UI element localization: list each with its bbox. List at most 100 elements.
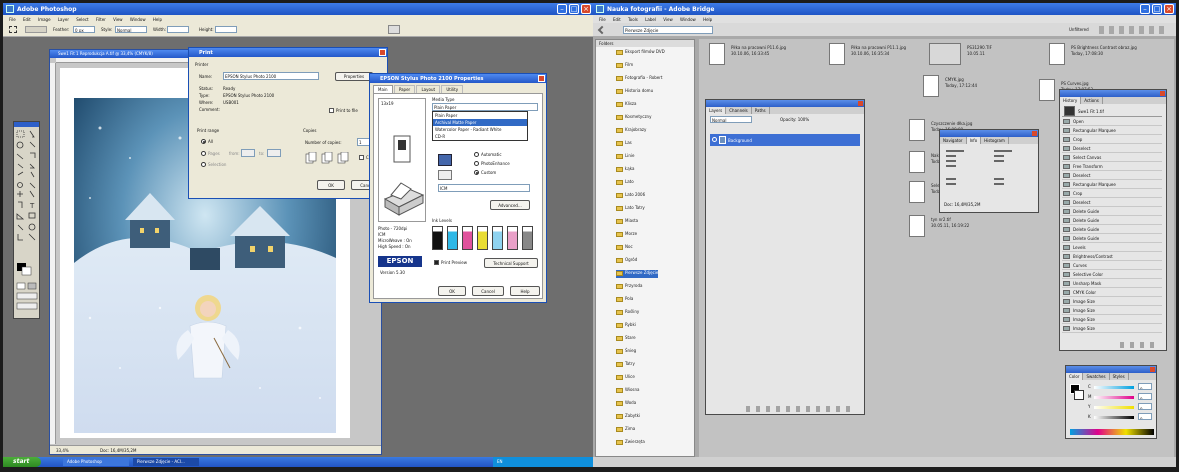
cyan-slider[interactable]: C0 — [1088, 382, 1154, 392]
folder-item[interactable]: Rośliny — [616, 309, 639, 317]
visibility-eye-icon[interactable] — [712, 137, 717, 142]
folder-item[interactable]: Linie — [616, 153, 634, 161]
tab-styles[interactable]: Styles — [1110, 373, 1129, 380]
folder-item[interactable]: Film — [616, 62, 633, 70]
history-state[interactable]: Selective Color — [1062, 271, 1162, 279]
folder-item[interactable]: Tatry — [616, 361, 635, 369]
media-option[interactable]: CD-R — [433, 133, 527, 140]
minimize-button[interactable]: – — [557, 4, 567, 14]
to-input[interactable] — [267, 149, 281, 157]
folder-item[interactable]: Lato — [616, 179, 634, 187]
thumbnail[interactable]: PS Brightness Contrast obraz.jpg Today, 1… — [1049, 43, 1159, 71]
epson-ok-button[interactable]: OK — [438, 286, 466, 296]
print-preview-checkbox[interactable] — [434, 260, 439, 265]
tab-histogram[interactable]: Histogram — [981, 137, 1009, 144]
folder-item[interactable]: Ulice — [616, 374, 635, 382]
folder-item[interactable]: Krajobrazy — [616, 127, 646, 135]
folder-item[interactable]: Ogród — [616, 257, 637, 265]
toolbar-icons[interactable] — [1099, 26, 1165, 34]
history-state[interactable]: Image Size — [1062, 325, 1162, 333]
opacity-label[interactable]: Opacity: 100% — [780, 117, 809, 122]
folder-item[interactable]: Las — [616, 140, 632, 148]
history-state[interactable]: Levels — [1062, 244, 1162, 252]
tab-navigator[interactable]: Navigator — [940, 137, 967, 144]
info-close-icon[interactable] — [1032, 131, 1037, 136]
epson-close-button[interactable] — [538, 75, 545, 82]
layers-footer-icons[interactable] — [746, 406, 856, 412]
menu-image[interactable]: Image — [38, 17, 51, 22]
history-state[interactable]: Rectangular Marquee — [1062, 127, 1162, 135]
path-select[interactable]: Pierwsze Zdjęcie — [623, 26, 713, 34]
folder-item[interactable]: Zwierzęta — [616, 439, 645, 447]
bridge-menu-tools[interactable]: Tools — [628, 17, 638, 22]
folder-item[interactable]: Śnieg — [616, 348, 636, 356]
folder-item[interactable]: Przyroda — [616, 283, 642, 291]
style-select[interactable]: Normal — [115, 26, 147, 33]
all-radio[interactable] — [201, 139, 206, 144]
folder-item[interactable]: Lato Tatry — [616, 205, 645, 213]
history-state[interactable]: Delete Guide — [1062, 208, 1162, 216]
media-option[interactable]: Watercolor Paper - Radiant White — [433, 126, 527, 133]
bridge-close-button[interactable]: × — [1164, 4, 1174, 14]
history-state[interactable]: Free Transform — [1062, 163, 1162, 171]
history-state[interactable]: Image Size — [1062, 298, 1162, 306]
cyan-value[interactable]: 0 — [1138, 383, 1152, 390]
tab-actions[interactable]: Actions — [1081, 97, 1103, 104]
tab-channels[interactable]: Channels — [726, 107, 752, 114]
zoom-level[interactable]: 33,4% — [56, 448, 69, 453]
background-color-swatch[interactable] — [1074, 390, 1084, 400]
tab-history[interactable]: History — [1060, 97, 1082, 104]
tool-icons[interactable]: T — [14, 128, 41, 318]
folder-item[interactable]: Eksport filmów DVD — [616, 49, 665, 57]
close-button[interactable]: × — [581, 4, 591, 14]
selection-radio[interactable] — [201, 162, 206, 167]
history-state[interactable]: Image Size — [1062, 316, 1162, 324]
folders-tab[interactable]: Folders — [596, 40, 694, 47]
history-state[interactable]: Image Size — [1062, 307, 1162, 315]
selection-mode-icons[interactable] — [25, 26, 47, 33]
bridge-maximize-button[interactable]: □ — [1152, 4, 1162, 14]
menu-select[interactable]: Select — [76, 17, 88, 22]
magenta-slider[interactable]: M0 — [1088, 392, 1154, 402]
folder-item[interactable]: Lato 2006 — [616, 192, 645, 200]
palette-well[interactable] — [388, 25, 400, 34]
maximize-button[interactable]: □ — [569, 4, 579, 14]
folder-item[interactable]: Kosmetyczny — [616, 114, 651, 122]
tab-info[interactable]: Info — [966, 137, 982, 144]
history-state[interactable]: Unsharp Mask — [1062, 280, 1162, 288]
menu-filter[interactable]: Filter — [96, 17, 106, 22]
photoenhance-radio[interactable] — [474, 161, 479, 166]
history-state[interactable]: Rectangular Marquee — [1062, 181, 1162, 189]
bridge-menu-help[interactable]: Help — [703, 17, 712, 22]
width-input[interactable] — [167, 26, 189, 33]
history-state[interactable]: Curves — [1062, 262, 1162, 270]
history-state[interactable]: Delete Guide — [1062, 235, 1162, 243]
folder-item[interactable]: Noc — [616, 244, 633, 252]
menu-edit[interactable]: Edit — [23, 17, 31, 22]
bridge-menu-label[interactable]: Label — [645, 17, 656, 22]
epson-cancel-button[interactable]: Cancel — [472, 286, 504, 296]
thumbnail[interactable]: Piłka na pracowni P11.6.jpg 30.10.06, 16:… — [709, 43, 819, 71]
collate-checkbox[interactable] — [359, 155, 364, 160]
back-icon[interactable] — [597, 25, 607, 35]
history-state[interactable]: Delete Guide — [1062, 217, 1162, 225]
history-state[interactable]: Crop — [1062, 136, 1162, 144]
bridge-menu-edit[interactable]: Edit — [613, 17, 621, 22]
history-state[interactable]: Open — [1062, 118, 1162, 126]
blend-mode-select[interactable]: Normal — [710, 116, 752, 123]
tab-layers[interactable]: Layers — [706, 107, 727, 114]
folder-item[interactable]: Klisza — [616, 101, 636, 109]
media-option[interactable]: Plain Paper — [433, 112, 527, 119]
tab-paths[interactable]: Paths — [752, 107, 770, 114]
history-state[interactable]: Deselect — [1062, 145, 1162, 153]
layer-row-background[interactable]: Background — [710, 134, 860, 146]
bridge-menu-file[interactable]: File — [599, 17, 606, 22]
black-slider[interactable]: K0 — [1088, 412, 1154, 422]
taskbar-item-photoshop[interactable]: Adobe Photoshop — [63, 458, 129, 466]
media-type-select[interactable]: Plain Paper — [432, 103, 538, 111]
menu-window[interactable]: Window — [130, 17, 146, 22]
thumbnail[interactable]: CMYK.jpg Today, 17:12:44 — [923, 75, 1033, 103]
pages-radio[interactable] — [201, 151, 206, 156]
history-state[interactable]: Deselect — [1062, 199, 1162, 207]
technical-support-button[interactable]: Technical Support — [484, 258, 538, 268]
